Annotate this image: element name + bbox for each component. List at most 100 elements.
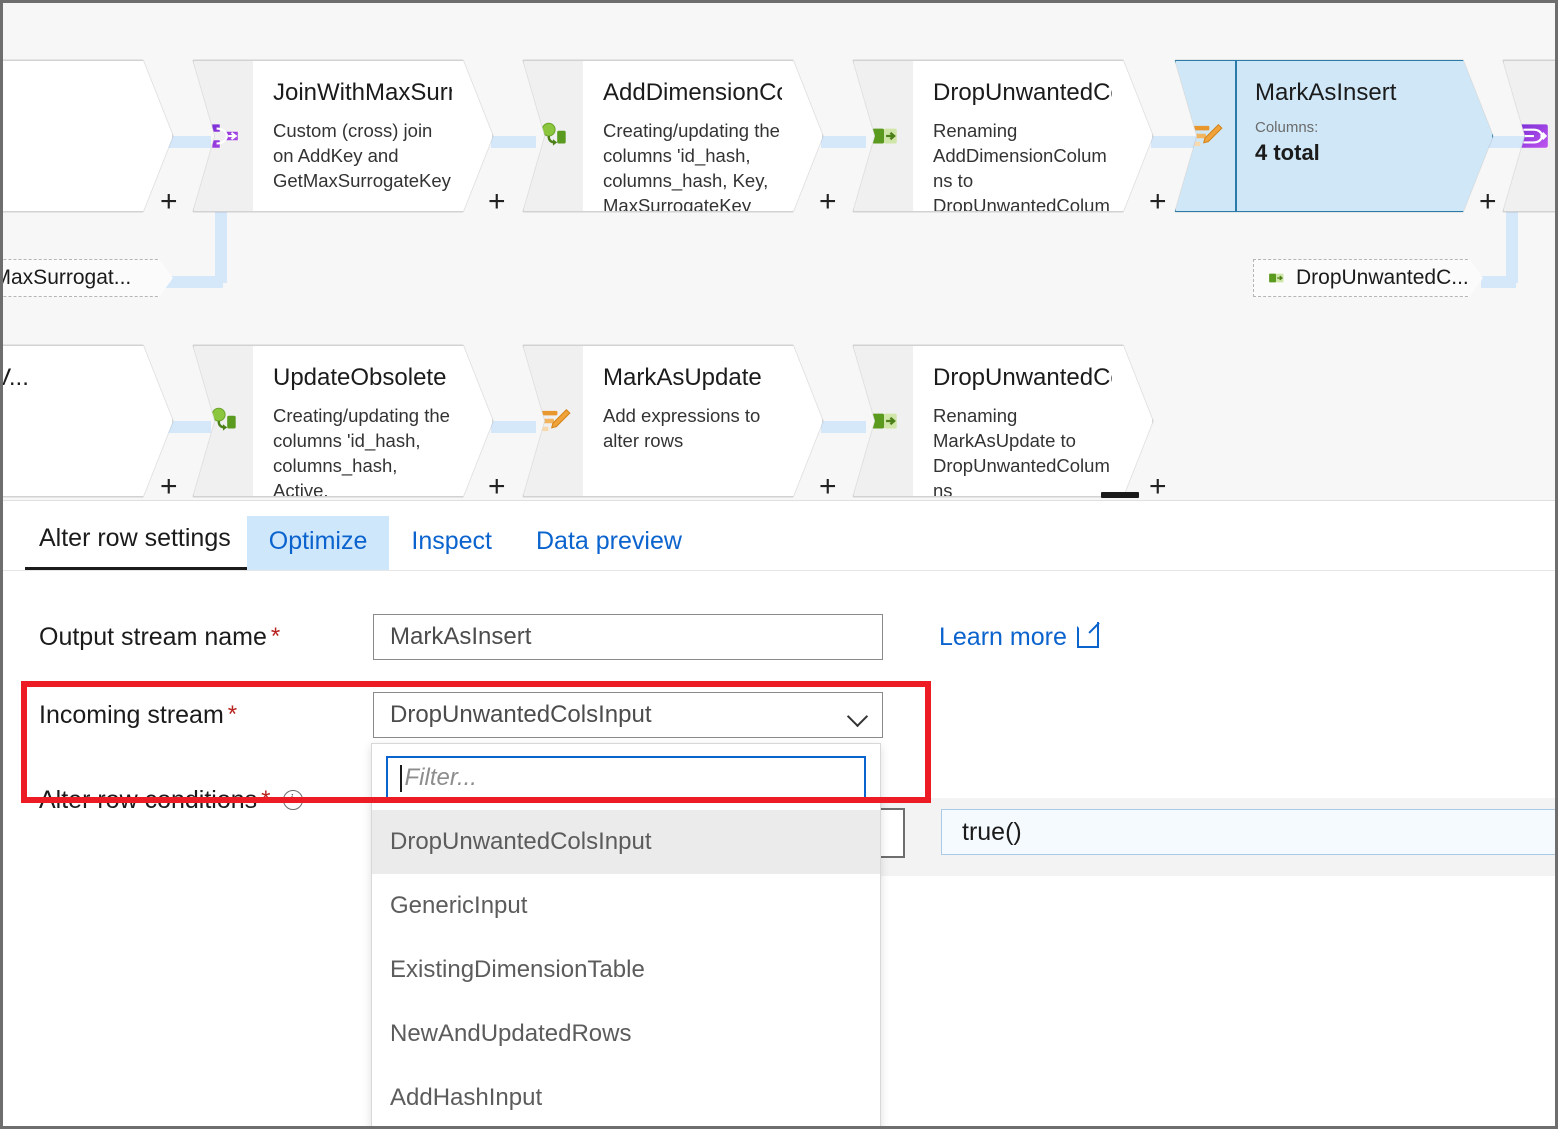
incoming-stream-value: DropUnwantedColsInput [390,701,652,728]
tab-data-preview[interactable]: Data preview [514,516,704,570]
info-icon[interactable]: i [282,790,303,810]
dropdown-filter-input[interactable]: Filter... [386,756,866,800]
dropdown-option-dropunwantedcolsinput[interactable]: DropUnwantedColsInput [372,810,880,874]
node-columns-label: Columns: [1255,118,1319,136]
connector-pipe [1481,276,1516,288]
external-link-icon [1076,622,1099,648]
node-body: orUpdatedV... g rows from ed which are g… [3,345,173,497]
node-body: MarkAsInsert Columns: 4 total [1235,60,1493,212]
canvas-node-union-partial[interactable] [1503,60,1555,212]
alter-row-conditions-label: Alter row conditions * i [39,786,373,815]
dropdown-option-existingdimensiontable[interactable]: ExistingDimensionTable [372,938,880,1002]
node-body: ey new key Key from 1 [3,60,173,212]
incoming-stream-dropdown[interactable]: Filter... DropUnwantedColsInput GenericI… [371,743,881,1126]
node-description: new key Key from 1 [3,119,132,169]
union-icon [1503,60,1555,212]
tab-optimize[interactable]: Optimize [246,516,390,570]
add-node-button[interactable]: + [819,472,837,501]
data-flow-canvas[interactable]: ey new key Key from 1 + JoinWithMaxSurr.… [3,3,1555,500]
node-description: Add expressions to alter rows [603,404,761,451]
incoming-stream-label: Incoming stream * [39,701,373,730]
select-icon [853,60,913,212]
node-title: orUpdatedV... [8,364,29,391]
add-node-button[interactable]: + [1149,187,1167,217]
node-body: DropUnwantedCo... Renaming MarkAsUpdate … [913,345,1153,497]
chevron-down-icon [848,709,868,721]
output-stream-input[interactable]: MarkAsInsert [373,614,883,660]
output-stream-row: Output stream name * MarkAsInsert Learn … [3,599,1555,675]
dropdown-filter-wrapper: Filter... [372,744,880,810]
node-columns-count: 4 total [1255,139,1320,165]
canvas-node-markasupdate[interactable]: MarkAsUpdate Add expressions to alter ro… [523,345,823,497]
node-description: Renaming MarkAsUpdate to DropUnwantedCol… [933,404,1110,497]
node-title: MarkAsInsert [1255,79,1397,106]
select-icon [853,345,913,497]
dropdown-option-genericinput[interactable]: GenericInput [372,874,880,938]
node-title: DropUnwantedCo... [933,364,1111,391]
alter-row-icon [1175,60,1235,212]
derived-column-icon [193,345,253,497]
canvas-node-joinwithmaxsurrogatekey[interactable]: JoinWithMaxSurr... Custom (cross) join o… [193,60,493,212]
dropdown-option-addhashinput[interactable]: AddHashInput [372,1066,880,1126]
node-body: MarkAsUpdate Add expressions to alter ro… [583,345,823,497]
text-cursor [400,764,402,792]
reference-chip-label: DropUnwantedC... [1296,266,1469,289]
alter-row-icon [523,345,583,497]
reference-chip-label: etMaxSurrogat... [11,266,132,289]
add-node-button[interactable]: + [1479,187,1497,217]
node-title: MarkAsUpdate [603,364,762,391]
output-stream-label: Output stream name * [39,623,373,652]
add-node-button[interactable]: + [1149,472,1167,501]
required-asterisk: * [227,701,238,728]
add-node-button[interactable]: + [819,187,837,217]
tab-alter-row-settings[interactable]: Alter row settings [25,513,247,570]
add-node-button[interactable]: + [488,187,506,217]
reference-chip-getmaxsurrogatekey[interactable]: etMaxSurrogat... [3,259,173,297]
add-node-button[interactable]: + [488,472,506,501]
derived-column-icon [523,60,583,212]
node-description: Creating/updating the columns 'id_hash, … [273,404,450,497]
learn-more-link[interactable]: Learn more [939,622,1099,652]
join-icon [193,60,253,212]
learn-more-label: Learn more [939,622,1067,651]
canvas-node-adddimensioncolumns[interactable]: AddDimensionCol... Creating/updating the… [523,60,823,212]
dropdown-option-newandupdatedrows[interactable]: NewAndUpdatedRows [372,1002,880,1066]
node-body: DropUnwantedCo... Renaming AddDimensionC… [913,60,1153,212]
node-body: AddDimensionCol... Creating/updating the… [583,60,823,212]
reference-chip-dropunwantedcols[interactable]: DropUnwantedC... [1253,259,1483,297]
output-stream-label-text: Output stream name [39,622,267,651]
dropdown-filter-placeholder: Filter... [404,764,477,791]
required-asterisk: * [261,786,271,813]
select-icon [1266,268,1286,288]
node-title: UpdateObsolete [273,364,447,391]
node-description: g rows from ed which are g in undefined [3,404,132,479]
alter-row-conditions-label-text: Alter row conditions [39,785,258,814]
canvas-node-updateobsolete[interactable]: UpdateObsolete Creating/updating the col… [193,345,493,497]
node-title: AddDimensionCol... [603,79,777,106]
canvas-node-markasinsert[interactable]: MarkAsInsert Columns: 4 total [1175,60,1493,212]
canvas-node-dropunwantedcolumns-2[interactable]: DropUnwantedCo... Renaming MarkAsUpdate … [853,345,1153,497]
alter-row-expression-input[interactable]: true() [941,809,1555,855]
node-title: DropUnwantedCo... [933,79,1111,106]
incoming-stream-select[interactable]: DropUnwantedColsInput [373,692,883,738]
canvas-node-checkforupdatedvalues[interactable]: orUpdatedV... g rows from ed which are g… [3,345,173,497]
canvas-node-dropunwantedcolumns-1[interactable]: DropUnwantedCo... Renaming AddDimensionC… [853,60,1153,212]
add-node-button[interactable]: + [160,472,178,501]
connector-pipe [215,208,227,283]
node-description: Custom (cross) join on AddKey and GetMax… [273,119,451,191]
node-description: Renaming AddDimensionColumns to DropUnwa… [933,119,1110,212]
node-body: UpdateObsolete Creating/updating the col… [253,345,493,497]
tab-inspect[interactable]: Inspect [389,516,514,570]
node-title: ey [3,79,132,107]
node-body: JoinWithMaxSurr... Custom (cross) join o… [253,60,493,212]
app-window: ey new key Key from 1 + JoinWithMaxSurr.… [0,0,1558,1129]
incoming-stream-label-text: Incoming stream [39,700,224,729]
connector-pipe [1506,208,1518,283]
panel-tab-bar: Alter row settings Optimize Inspect Data… [3,501,1555,571]
required-asterisk: * [270,623,281,650]
canvas-scrollbar[interactable] [1101,492,1139,498]
node-title: JoinWithMaxSurr... [273,79,448,106]
node-description: Creating/updating the columns 'id_hash, … [603,119,780,212]
add-node-button[interactable]: + [160,187,178,217]
canvas-node-addkey[interactable]: ey new key Key from 1 [3,60,173,212]
